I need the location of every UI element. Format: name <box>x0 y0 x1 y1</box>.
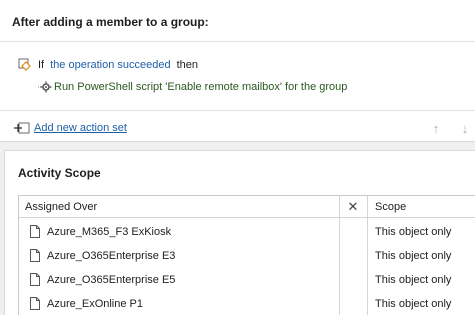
table-row[interactable]: Azure_O365Enterprise E5 This object only <box>19 268 475 292</box>
activity-scope-panel: Activity Scope Assigned Over ✕ Scope Azu… <box>4 150 475 315</box>
row-scope: This object only <box>375 274 452 286</box>
condition-link[interactable]: the operation succeeded <box>50 59 170 71</box>
document-icon <box>30 297 40 310</box>
section-title: After adding a member to a group: <box>12 15 209 29</box>
row-name: Azure_O365Enterprise E3 <box>47 250 176 262</box>
document-icon <box>30 225 40 238</box>
table-row[interactable]: Azure_O365Enterprise E3 This object only <box>19 244 475 268</box>
document-icon <box>30 273 40 286</box>
action-row[interactable]: Run PowerShell script 'Enable remote mai… <box>38 79 347 95</box>
gear-script-icon <box>38 80 52 94</box>
document-icon <box>30 249 40 262</box>
grid-header: Assigned Over ✕ Scope <box>19 196 475 218</box>
row-scope: This object only <box>375 226 452 238</box>
row-scope: This object only <box>375 298 452 310</box>
activity-scope-grid: Assigned Over ✕ Scope Azure_M365_F3 ExKi… <box>18 195 475 315</box>
move-up-arrow-icon[interactable]: ↑ <box>429 120 443 136</box>
add-action-set-link[interactable]: Add new action set <box>34 122 127 134</box>
then-label: then <box>176 59 199 71</box>
add-action-set-icon <box>14 121 30 135</box>
row-name: Azure_M365_F3 ExKiosk <box>47 226 172 238</box>
row-name: Azure_O365Enterprise E5 <box>47 274 176 286</box>
divider <box>0 110 475 111</box>
row-name: Azure_ExOnline P1 <box>47 298 143 310</box>
condition-row[interactable]: If the operation succeeded then <box>18 57 204 73</box>
activity-scope-title: Activity Scope <box>18 166 101 180</box>
add-action-set-button[interactable]: Add new action set <box>14 120 127 136</box>
table-row[interactable]: Azure_ExOnline P1 This object only <box>19 292 475 315</box>
if-condition-icon <box>18 58 32 72</box>
actions-panel: After adding a member to a group: If the… <box>0 0 475 142</box>
divider <box>0 41 475 42</box>
row-scope: This object only <box>375 250 452 262</box>
column-header-assigned-over[interactable]: Assigned Over <box>25 201 97 213</box>
table-row[interactable]: Azure_M365_F3 ExKiosk This object only <box>19 220 475 244</box>
if-label: If <box>38 59 45 71</box>
column-header-scope[interactable]: Scope <box>375 201 406 213</box>
remove-icon[interactable]: ✕ <box>339 196 367 218</box>
action-text: Run PowerShell script 'Enable remote mai… <box>54 81 348 93</box>
move-down-arrow-icon[interactable]: ↓ <box>458 120 472 136</box>
